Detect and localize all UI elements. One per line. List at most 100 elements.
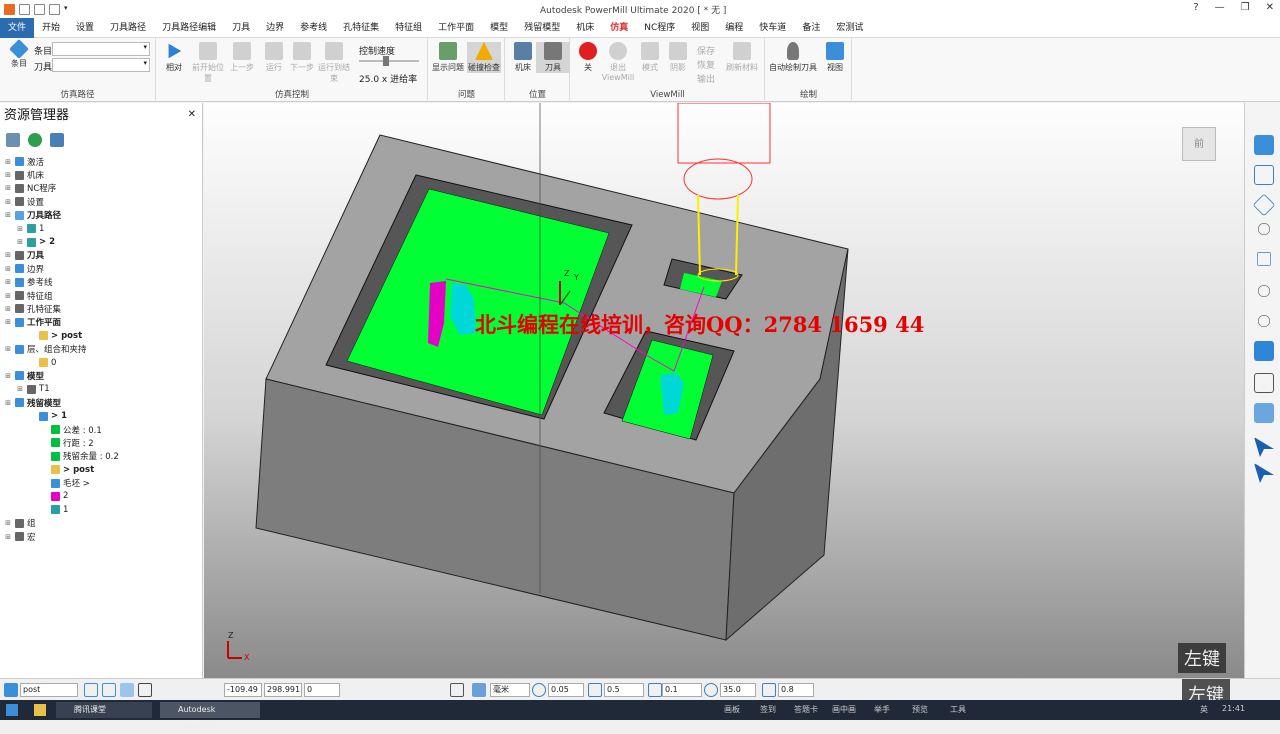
tree-item[interactable]: ⊞ 层、组合和夹持 xyxy=(0,342,202,355)
tab-boundaries[interactable]: 边界 xyxy=(258,18,292,38)
tab-file[interactable]: 文件 xyxy=(0,17,35,38)
entry-combo[interactable]: ▾ xyxy=(52,42,150,56)
tab-simulation[interactable]: 仿真 xyxy=(602,18,636,38)
open-icon[interactable] xyxy=(19,3,30,15)
expand-icon[interactable]: ⊞ xyxy=(4,198,12,206)
expand-icon[interactable]: ⊞ xyxy=(4,305,12,313)
expand-icon[interactable]: ⊞ xyxy=(4,184,12,192)
tab-toolpaths[interactable]: 刀具路径 xyxy=(102,18,154,38)
tree-item[interactable]: ⊞ 激活 xyxy=(0,155,202,168)
tab-programming[interactable]: 编程 xyxy=(717,18,751,38)
viewmill-off-button[interactable]: 关 xyxy=(571,42,605,73)
close-icon[interactable]: ✕ xyxy=(188,109,196,120)
close-button[interactable]: ✕ xyxy=(1266,2,1274,13)
graphics-viewport[interactable]: Z Y Z X 前 左键 xyxy=(204,103,1244,678)
snap-icon[interactable] xyxy=(84,683,98,697)
tab-fast-lane[interactable]: 快车道 xyxy=(751,18,794,38)
tree-item[interactable]: ⊞ 组 xyxy=(0,517,202,530)
tree-item[interactable]: ⊞ 模型 xyxy=(0,369,202,382)
refresh-view-icon[interactable] xyxy=(1257,252,1271,266)
shaded-wire-icon[interactable] xyxy=(1254,403,1274,423)
file-explorer-icon[interactable] xyxy=(34,704,46,716)
shaded-icon[interactable] xyxy=(1254,341,1274,361)
tray-answer[interactable]: 答题卡 xyxy=(794,704,818,715)
auto-draw-tool-button[interactable]: 自动绘制刀具 xyxy=(768,42,818,73)
tree-item[interactable]: ⊞ 宏 xyxy=(0,530,202,543)
snap-grid-icon[interactable] xyxy=(102,683,116,697)
tree-item[interactable]: ⊞ 设置 xyxy=(0,195,202,208)
tree-item[interactable]: 1 xyxy=(0,503,202,516)
workplane-select[interactable]: post xyxy=(20,683,78,697)
tab-macro-test[interactable]: 宏测试 xyxy=(828,18,871,38)
save-icon[interactable] xyxy=(34,3,45,15)
rotate-view-icon[interactable] xyxy=(1252,193,1276,217)
pan-icon[interactable] xyxy=(1254,135,1274,155)
tab-feature-groups[interactable]: 特征组 xyxy=(387,18,430,38)
iso-view-icon[interactable] xyxy=(1254,165,1274,185)
entry-button[interactable]: 条目 xyxy=(2,39,36,69)
expand-icon[interactable]: ⊞ xyxy=(4,533,12,541)
snap-active-icon[interactable] xyxy=(120,683,134,697)
taskbar-app-tencent[interactable]: 腾讯课堂 xyxy=(56,702,152,718)
globe-icon[interactable] xyxy=(28,133,42,147)
expand-icon[interactable]: ⊞ xyxy=(4,251,12,259)
tab-holes[interactable]: 孔特征集 xyxy=(335,18,387,38)
tab-workplanes[interactable]: 工作平面 xyxy=(430,18,482,38)
units-select[interactable]: 毫米 xyxy=(490,683,530,697)
tool-combo[interactable]: ▾ xyxy=(52,58,150,72)
tray-preview[interactable]: 预览 xyxy=(912,704,928,715)
tree-item[interactable]: ⊞ 孔特征集 xyxy=(0,302,202,315)
save-state-button[interactable]: 保存 xyxy=(697,44,715,57)
shading-button[interactable]: 阴影 xyxy=(661,42,695,73)
next-step-button[interactable]: 下一步 xyxy=(285,42,319,73)
tolerance-field[interactable]: 0.05 xyxy=(548,683,584,697)
tree-item[interactable]: ⊞ 1 xyxy=(0,222,202,235)
tree-item[interactable]: ⊞ 边界 xyxy=(0,262,202,275)
tree-item[interactable]: ⊞ NC程序 xyxy=(0,182,202,195)
collision-check-button[interactable]: 碰撞检查 xyxy=(467,42,501,73)
run-to-end-button[interactable]: 运行到结束 xyxy=(317,42,351,84)
expand-icon[interactable]: ⊞ xyxy=(4,278,12,286)
help-icon[interactable]: ? xyxy=(1193,2,1198,13)
prev-step-button[interactable]: 上一步 xyxy=(225,42,259,73)
tray-draw[interactable]: 画板 xyxy=(724,704,740,715)
tree-item[interactable]: ⊞ T1 xyxy=(0,383,202,396)
zoom-icon[interactable] xyxy=(1258,223,1270,235)
expand-icon[interactable]: ⊞ xyxy=(4,399,12,407)
tree-item[interactable]: ⊞ > 2 xyxy=(0,235,202,248)
tab-nc-programs[interactable]: NC程序 xyxy=(636,18,683,38)
lock-icon[interactable] xyxy=(138,683,152,697)
thickness-field[interactable]: 0.5 xyxy=(604,683,644,697)
expand-icon[interactable]: ⊞ xyxy=(4,265,12,273)
machine-position-button[interactable]: 机床 xyxy=(506,42,540,73)
tree-item[interactable]: ⊞ 工作平面 xyxy=(0,316,202,329)
windows-start-icon[interactable] xyxy=(6,704,18,716)
maximize-button[interactable]: ❐ xyxy=(1241,2,1250,13)
tab-models[interactable]: 模型 xyxy=(482,18,516,38)
show-issues-button[interactable]: 显示问题 xyxy=(431,42,465,73)
zoom-in-icon[interactable] xyxy=(1258,285,1270,297)
tree-item[interactable]: ⊞ 特征组 xyxy=(0,289,202,302)
tab-toolpath-edit[interactable]: 刀具路径编辑 xyxy=(154,18,224,38)
tool-position-button[interactable]: 刀具 xyxy=(536,42,570,73)
taskbar-app-powermill[interactable]: Autodesk PowerMill... xyxy=(160,702,260,730)
expand-icon[interactable]: ⊞ xyxy=(4,519,12,527)
undo-icon[interactable] xyxy=(49,3,60,15)
dropdown-icon[interactable]: ▾ xyxy=(64,4,75,15)
expand-icon[interactable]: ⊞ xyxy=(4,171,12,179)
select-rotate-icon[interactable] xyxy=(1254,463,1274,483)
view-button[interactable]: 视图 xyxy=(818,42,852,73)
expand-icon[interactable]: ⊞ xyxy=(16,238,24,246)
trash-icon[interactable] xyxy=(50,133,64,147)
view-cube[interactable]: 前 xyxy=(1182,127,1216,161)
tree-view-icon[interactable] xyxy=(6,133,20,147)
tree-item[interactable]: 0 xyxy=(0,356,202,369)
ime-indicator[interactable]: 英 xyxy=(1200,704,1208,715)
tree-item[interactable]: 残留余量 : 0.2 xyxy=(0,450,202,463)
tab-machine[interactable]: 机床 xyxy=(568,18,602,38)
tree-item[interactable]: > post xyxy=(0,329,202,342)
tree-item[interactable]: > 1 xyxy=(0,409,202,422)
wireframe-icon[interactable] xyxy=(1254,373,1274,393)
zoom-out-icon[interactable] xyxy=(1258,315,1270,327)
tree-item[interactable]: 公差 : 0.1 xyxy=(0,423,202,436)
